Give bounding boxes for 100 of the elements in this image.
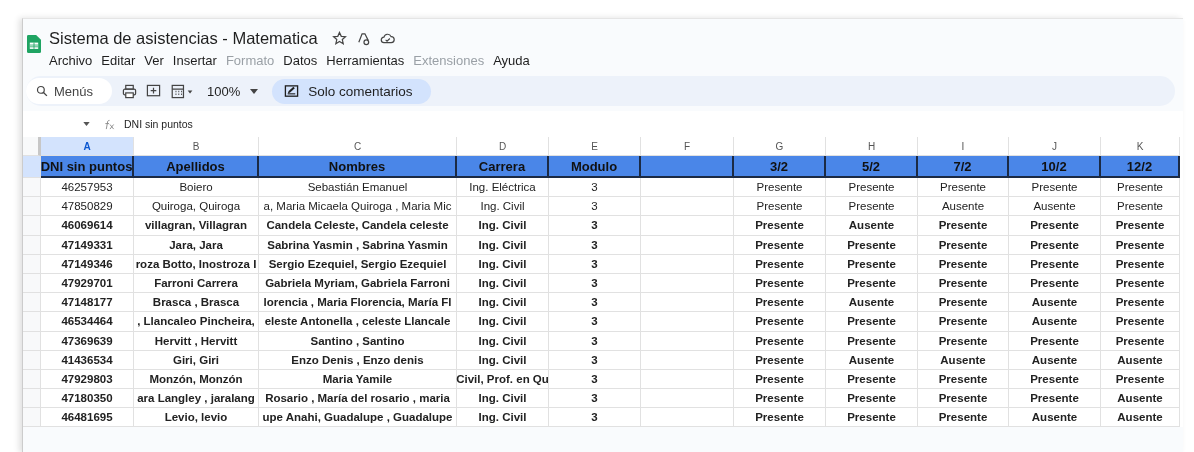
table-cell: Ing. Civil xyxy=(457,408,549,428)
table-cell: Ausente xyxy=(826,293,918,313)
table-cell: 3 xyxy=(549,178,641,198)
row-header[interactable] xyxy=(23,312,41,332)
row-header[interactable] xyxy=(23,178,41,198)
header-cell: 7/2 xyxy=(918,156,1009,178)
table-cell: 3 xyxy=(549,331,641,351)
row-header[interactable] xyxy=(23,197,41,217)
row-header[interactable] xyxy=(23,369,41,390)
table-cell: Ausente xyxy=(1101,350,1180,370)
zoom-select[interactable]: 100% xyxy=(207,83,241,99)
table-cell: Presente xyxy=(1101,273,1180,294)
row-header[interactable] xyxy=(23,293,41,313)
column-header[interactable]: E xyxy=(549,137,641,156)
header-cell: Apellidos xyxy=(134,156,259,178)
header-cell: 5/2 xyxy=(826,156,918,178)
table-cell: Presente xyxy=(734,369,826,390)
menu-item[interactable]: Archivo xyxy=(49,52,93,68)
print-icon[interactable] xyxy=(122,83,137,99)
column-header[interactable]: H xyxy=(826,137,918,156)
row-header[interactable] xyxy=(23,408,41,428)
row-header[interactable] xyxy=(23,235,41,255)
caret-icon[interactable] xyxy=(83,122,90,126)
row-header[interactable] xyxy=(23,331,41,351)
sheets-logo-icon[interactable] xyxy=(27,34,41,54)
caret-icon[interactable] xyxy=(250,88,259,94)
table-cell: Presente xyxy=(734,216,826,236)
table-cell: Presente xyxy=(734,408,826,428)
column-header[interactable]: K xyxy=(1101,137,1180,156)
table-cell: 3 xyxy=(549,293,641,313)
table-cell: upe Anahi, Guadalupe , Guadalupe xyxy=(259,408,457,428)
table-cell: Presente xyxy=(734,235,826,255)
table-cell: Brasca , Brasca xyxy=(134,293,259,313)
move-icon[interactable] xyxy=(355,30,371,46)
star-icon[interactable] xyxy=(331,30,347,46)
table-cell: 47369639 xyxy=(41,331,134,351)
table-cell: Presente xyxy=(918,254,1009,274)
table-cell: Ausente xyxy=(1009,312,1101,332)
table-cell: Presente xyxy=(826,389,918,409)
column-header[interactable]: F xyxy=(641,137,734,156)
table-cell: , Llancaleo Pincheira, xyxy=(134,312,259,332)
table-cell: Presente xyxy=(1009,273,1101,294)
row-header[interactable] xyxy=(23,254,41,274)
table-cell: Presente xyxy=(918,312,1009,332)
menu-item[interactable]: Herramientas xyxy=(326,52,405,68)
table-cell: roza Botto, Inostroza I xyxy=(134,254,259,274)
column-header[interactable]: I xyxy=(918,137,1009,156)
table-cell: 46534464 xyxy=(41,312,134,332)
table-cell: Presente xyxy=(1101,293,1180,313)
table-cell: Sabrina Yasmin , Sabrina Yasmin xyxy=(259,235,457,255)
table-cell: Presente xyxy=(826,408,918,428)
column-header[interactable]: B xyxy=(134,137,259,156)
menu-search-field[interactable]: Menús xyxy=(26,78,112,104)
table-cell: Presente xyxy=(918,216,1009,236)
row-header[interactable] xyxy=(23,389,41,409)
table-cell: Hervitt , Hervitt xyxy=(134,331,259,351)
row-header[interactable] xyxy=(23,156,41,178)
column-header[interactable]: A xyxy=(41,137,134,156)
header-cell: 3/2 xyxy=(734,156,826,178)
document-title[interactable]: Sistema de asistencias - Matematica xyxy=(49,28,318,48)
menu-item[interactable]: Ayuda xyxy=(493,52,530,68)
table-cell: Ausente xyxy=(1009,408,1101,428)
row-header[interactable] xyxy=(23,273,41,294)
table-cell: Presente xyxy=(918,235,1009,255)
table-cell: ara Langley , jaralang xyxy=(134,389,259,409)
table-cell: Presente xyxy=(1101,178,1180,198)
table-cell: Presente xyxy=(1101,312,1180,332)
table-cell: Ing. Eléctrica xyxy=(457,178,549,198)
table-cell: Presente xyxy=(826,312,918,332)
table-cell: 3 xyxy=(549,389,641,409)
table-cell: Monzón, Monzón xyxy=(134,369,259,390)
table-cell: 47180350 xyxy=(41,389,134,409)
header-cell: 10/2 xyxy=(1009,156,1101,178)
table-cell: Presente xyxy=(1101,331,1180,351)
row-header[interactable] xyxy=(23,350,41,370)
table-cell: Presente xyxy=(734,312,826,332)
header-cell: 12/2 xyxy=(1101,156,1180,178)
column-header[interactable]: D xyxy=(457,137,549,156)
column-header[interactable]: C xyxy=(259,137,457,156)
table-cell: Presente xyxy=(918,178,1009,198)
table-cell: Presente xyxy=(826,197,918,217)
row-header[interactable] xyxy=(23,216,41,236)
menu-item[interactable]: Editar xyxy=(101,52,136,68)
table-cell: Ing. Civil xyxy=(457,273,549,294)
menu-item[interactable]: Insertar xyxy=(172,52,217,68)
add-comment-icon[interactable] xyxy=(146,83,161,99)
table-cell: 3 xyxy=(549,197,641,217)
header-cell: Modulo xyxy=(549,156,641,178)
table-cell: 3 xyxy=(549,216,641,236)
select-all-corner[interactable] xyxy=(23,137,41,156)
column-header[interactable]: J xyxy=(1009,137,1101,156)
header-cell: Carrera xyxy=(457,156,549,178)
menu-item[interactable]: Datos xyxy=(283,52,318,68)
comment-mode-button[interactable]: Solo comentarios xyxy=(272,78,431,104)
menu-item[interactable]: Ver xyxy=(144,52,164,68)
table-cell: Ing. Civil xyxy=(457,235,549,255)
table-cell: 46481695 xyxy=(41,408,134,428)
table-cell: Presente xyxy=(826,178,918,198)
table-cell: Ing. Civil xyxy=(457,312,549,332)
column-header[interactable]: G xyxy=(734,137,826,156)
